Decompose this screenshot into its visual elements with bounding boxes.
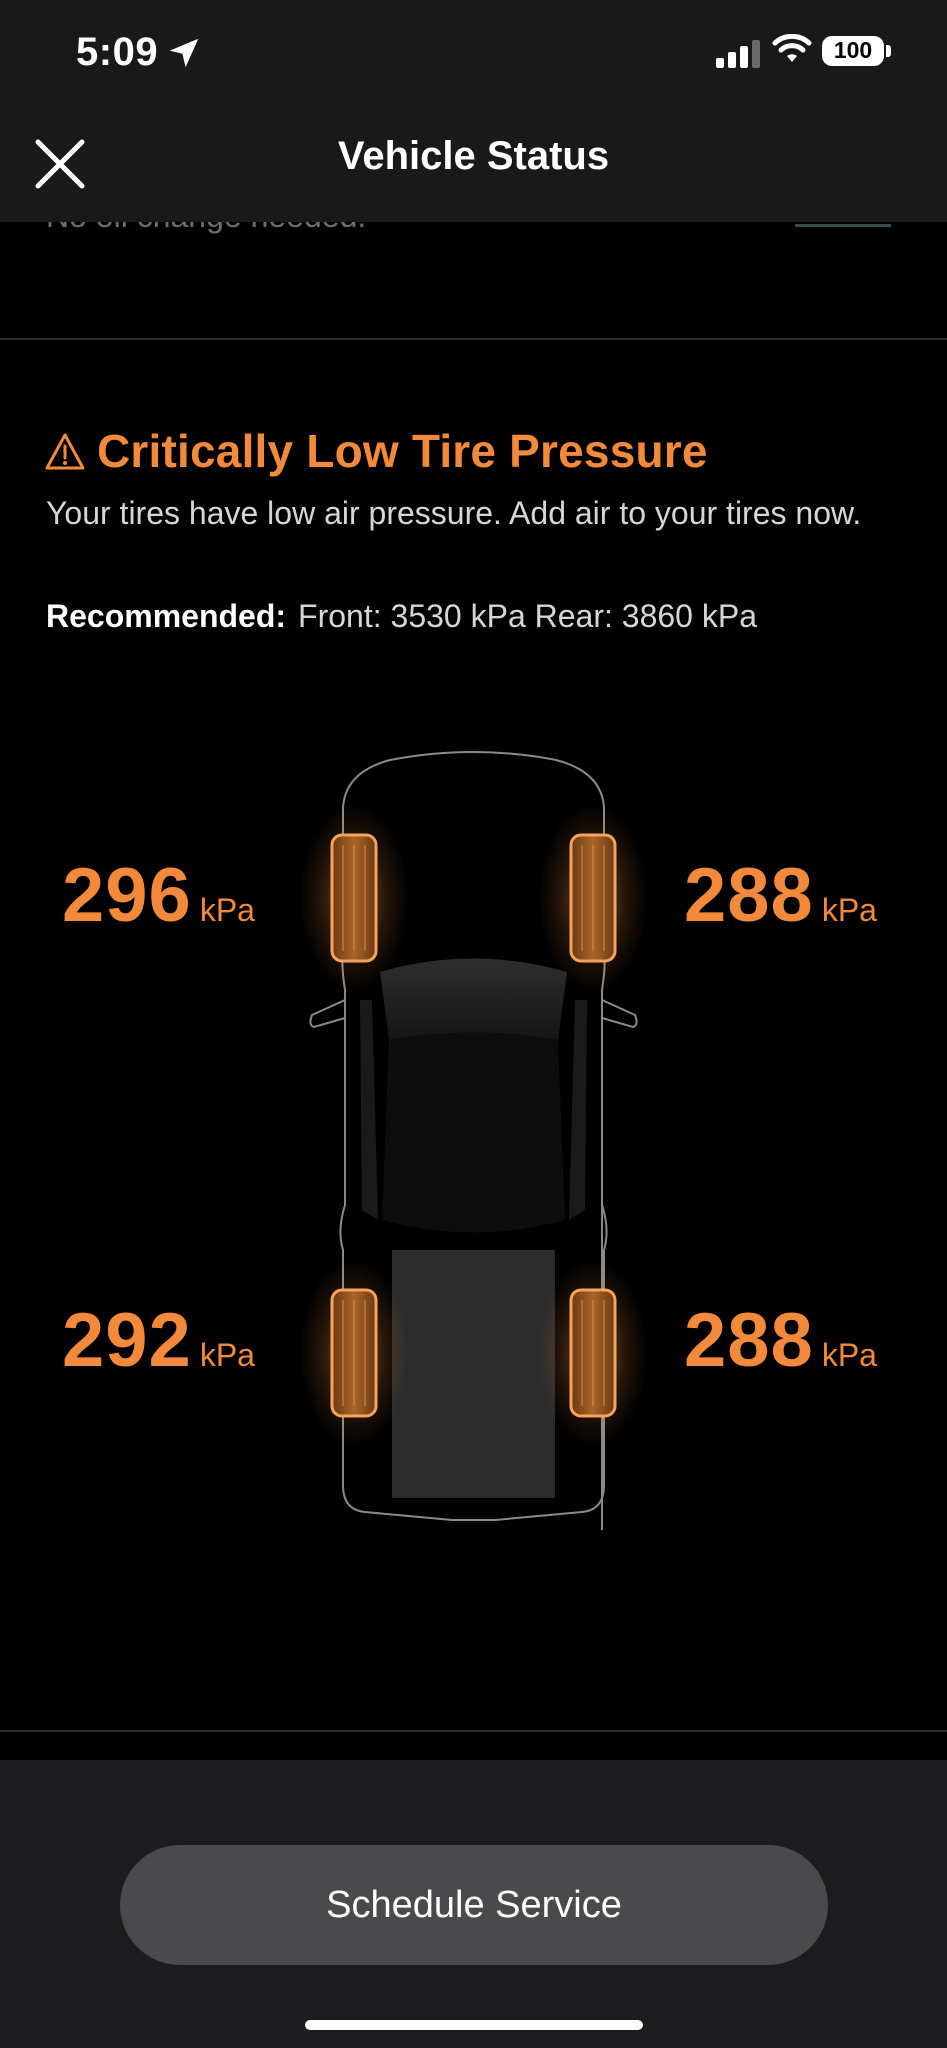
recommended-label: Recommended: (46, 598, 287, 634)
battery-icon: 100 (822, 36, 884, 66)
home-indicator[interactable] (305, 2020, 643, 2030)
tire-rear-left-reading: 292 kPa (62, 1297, 255, 1384)
tire-front-left-reading: 296 kPa (62, 852, 255, 939)
tire-rear-left-unit: kPa (199, 1337, 255, 1373)
alert-description: Your tires have low air pressure. Add ai… (46, 495, 862, 531)
tire-rear-right-unit: kPa (821, 1337, 877, 1373)
tire-front-right-unit: kPa (821, 892, 877, 928)
status-time: 5:09 (76, 30, 159, 74)
recommended-pressure: Recommended: Front: 3530 kPa Rear: 3860 k… (46, 598, 757, 635)
tire-rear-left-value: 292 (62, 1298, 192, 1383)
schedule-service-button[interactable]: Schedule Service (120, 1845, 828, 1965)
previous-section-indicator (795, 224, 891, 227)
cellular-signal-icon (716, 38, 760, 68)
tire-front-right-value: 288 (684, 853, 814, 938)
recommended-value: Front: 3530 kPa Rear: 3860 kPa (298, 598, 757, 634)
tire-rear-right-reading: 288 kPa (684, 1297, 877, 1384)
location-arrow-icon (169, 38, 199, 68)
vehicle-topdown-icon (300, 751, 647, 1530)
section-divider (0, 338, 947, 340)
tire-rear-right-value: 288 (684, 1298, 814, 1383)
tire-front-left-unit: kPa (199, 892, 255, 928)
tire-front-left-value: 296 (62, 853, 192, 938)
battery-level: 100 (833, 37, 873, 63)
page-title: Vehicle Status (337, 134, 610, 178)
battery-nub (886, 45, 891, 57)
section-divider-bottom (0, 1730, 947, 1732)
alert-title: Critically Low Tire Pressure (97, 425, 708, 477)
tire-front-right-reading: 288 kPa (684, 852, 877, 939)
wifi-icon (772, 34, 812, 62)
app-header: 5:09 100 Vehicle Status (0, 0, 947, 222)
warning-triangle-icon (45, 433, 85, 470)
